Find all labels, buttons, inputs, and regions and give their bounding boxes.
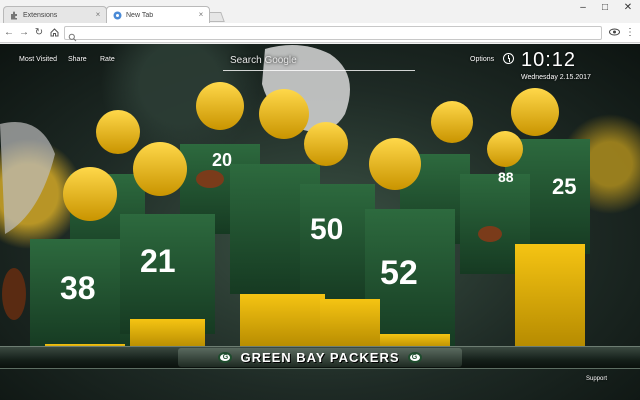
search-icon [68,29,77,42]
search-placeholder: Search Google [230,55,297,66]
support-link[interactable]: Support [586,376,607,382]
maximize-icon[interactable]: □ [594,0,616,15]
tab-strip: Extensions × New Tab × – □ ✕ [0,0,640,23]
reload-icon[interactable]: ↻ [33,27,45,39]
packers-g-logo-icon: G [407,352,422,363]
svg-text:50: 50 [310,213,343,246]
team-banner: G GREEN BAY PACKERS G [0,346,640,369]
svg-text:88: 88 [498,169,514,185]
search-input[interactable]: Search Google [223,51,415,71]
options-link[interactable]: Options [470,56,494,63]
clock-date: Wednesday 2.15.2017 [521,74,591,81]
close-icon[interactable]: × [197,11,205,19]
menu-icon[interactable]: ⋮ [624,26,636,38]
close-icon[interactable]: × [94,11,102,19]
clock-time: 10:12 [521,49,577,71]
share-link[interactable]: Share [68,56,87,63]
newtab-icon [113,11,122,20]
tab-title: Extensions [23,11,58,19]
eye-icon[interactable] [608,26,620,38]
svg-text:21: 21 [140,243,176,279]
rate-link[interactable]: Rate [100,56,115,63]
address-bar[interactable] [64,26,602,42]
svg-text:38: 38 [60,270,96,306]
svg-text:20: 20 [212,150,232,170]
tab-new-tab[interactable]: New Tab × [106,6,210,23]
packers-g-logo-icon: G [218,352,233,363]
new-tab-page: 20 25 50 88 38 21 52 Most Visited Share … [0,44,640,400]
tab-extensions[interactable]: Extensions × [3,6,107,23]
most-visited-link[interactable]: Most Visited [19,56,57,63]
svg-text:52: 52 [380,254,418,292]
banner-title: GREEN BAY PACKERS [240,350,400,365]
puzzle-icon [10,11,19,20]
window-controls: – □ ✕ [572,0,640,15]
minimize-icon[interactable]: – [572,0,594,15]
back-icon[interactable]: ← [3,27,15,39]
tab-title: New Tab [126,11,154,19]
clock-icon[interactable] [503,53,514,64]
forward-icon[interactable]: → [18,27,30,39]
home-icon[interactable] [48,27,60,39]
close-window-icon[interactable]: ✕ [616,0,640,15]
svg-text:25: 25 [552,174,576,199]
browser-toolbar: ← → ↻ ⋮ [0,23,640,43]
